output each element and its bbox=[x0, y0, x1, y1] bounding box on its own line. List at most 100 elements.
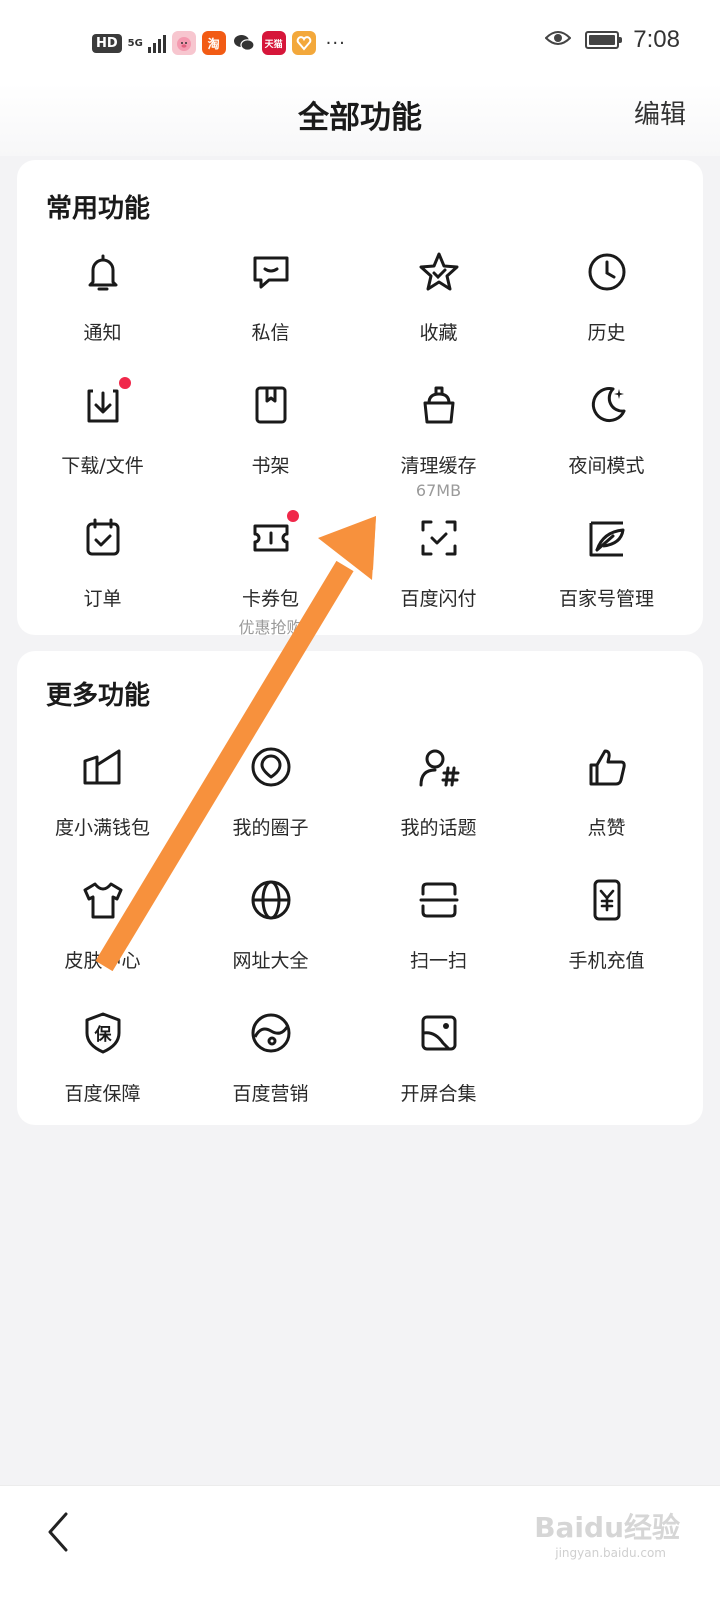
wallet-icon bbox=[79, 743, 127, 791]
more-item-2[interactable]: 我的话题 bbox=[353, 739, 524, 871]
edit-button[interactable]: 编辑 bbox=[634, 94, 686, 131]
hd-badge: HD bbox=[92, 33, 122, 53]
taobao-app-icon: 淘 bbox=[201, 31, 226, 55]
status-bar: HD 5G 淘 天猫 ··· 7:08 bbox=[0, 0, 720, 84]
common-item-label: 订单 bbox=[83, 588, 122, 610]
more-notifications: ··· bbox=[325, 32, 346, 54]
more-item-3[interactable]: 点赞 bbox=[521, 739, 692, 871]
more-item-label: 手机充值 bbox=[568, 950, 645, 972]
more-item-4[interactable]: 皮肤中心 bbox=[17, 872, 188, 1004]
common-item-6[interactable]: 清理缓存 67MB bbox=[353, 377, 524, 509]
more-item-label: 度小满钱包 bbox=[54, 817, 150, 839]
more-item-6[interactable]: 扫一扫 bbox=[353, 872, 524, 1004]
circle-icon bbox=[247, 743, 295, 791]
common-functions-title: 常用功能 bbox=[46, 194, 151, 224]
common-item-5[interactable]: 书架 bbox=[185, 377, 356, 509]
piggy-app-icon bbox=[171, 31, 196, 55]
common-item-label: 收藏 bbox=[419, 322, 458, 344]
common-item-2[interactable]: 收藏 bbox=[353, 244, 524, 376]
thumbs-up-icon bbox=[583, 743, 631, 791]
page-header: 全部功能 编辑 bbox=[0, 84, 720, 156]
tmall-app-icon: 天猫 bbox=[261, 31, 286, 55]
more-item-0[interactable]: 度小满钱包 bbox=[17, 739, 188, 871]
more-functions-title: 更多功能 bbox=[46, 681, 151, 711]
more-item-label: 扫一扫 bbox=[409, 950, 467, 972]
message-icon bbox=[247, 248, 295, 296]
clock-time: 7:08 bbox=[633, 26, 680, 53]
clock-icon bbox=[583, 248, 631, 296]
gallery-icon bbox=[415, 1009, 463, 1057]
watermark-url: jingyan.baidu.com bbox=[555, 1546, 666, 1560]
heart-app-icon bbox=[291, 31, 316, 55]
more-item-10[interactable]: 开屏合集 bbox=[353, 1005, 524, 1137]
scan-pay-icon bbox=[415, 514, 463, 562]
common-item-label: 夜间模式 bbox=[568, 455, 645, 477]
common-item-label: 书架 bbox=[251, 455, 290, 477]
ticket-icon bbox=[247, 514, 295, 562]
battery-icon bbox=[585, 31, 623, 49]
more-item-7[interactable]: 手机充值 bbox=[521, 872, 692, 1004]
common-item-label: 历史 bbox=[587, 322, 626, 344]
more-item-label: 开屏合集 bbox=[400, 1083, 477, 1105]
more-item-label: 我的话题 bbox=[400, 817, 477, 839]
shirt-icon bbox=[79, 876, 127, 924]
more-item-5[interactable]: 网址大全 bbox=[185, 872, 356, 1004]
more-item-label: 网址大全 bbox=[232, 950, 309, 972]
more-item-1[interactable]: 我的圈子 bbox=[185, 739, 356, 871]
common-item-label: 通知 bbox=[83, 322, 122, 344]
common-item-1[interactable]: 私信 bbox=[185, 244, 356, 376]
more-functions-card: 更多功能 度小满钱包 我的圈子 我的话题 点赞皮肤中心 网址大全 扫一扫 手机充值保百度保障… bbox=[17, 651, 703, 1125]
common-item-label: 私信 bbox=[251, 322, 290, 344]
more-item-label: 点赞 bbox=[587, 817, 626, 839]
bottom-nav-bar: Baidu经验 jingyan.baidu.com bbox=[0, 1485, 720, 1600]
globe-icon bbox=[247, 876, 295, 924]
common-functions-card: 常用功能 通知 私信 收藏 历史下载/文件 书架 清理缓存 67MB 夜间模式订单 卡券包优惠抢… bbox=[17, 160, 703, 637]
notification-badge bbox=[287, 510, 299, 522]
network-label: 5G bbox=[127, 37, 143, 49]
common-item-label: 卡券包 bbox=[241, 588, 299, 610]
trash-icon bbox=[415, 381, 463, 429]
common-item-4[interactable]: 下载/文件 bbox=[17, 377, 188, 509]
book-icon bbox=[247, 381, 295, 429]
common-item-3[interactable]: 历史 bbox=[521, 244, 692, 376]
common-item-label: 下载/文件 bbox=[61, 455, 144, 477]
more-item-label: 我的圈子 bbox=[232, 817, 309, 839]
eye-icon bbox=[544, 29, 572, 51]
wechat-app-icon bbox=[231, 31, 256, 55]
download-icon bbox=[79, 381, 127, 429]
common-item-label: 清理缓存 bbox=[400, 455, 477, 477]
more-item-label: 皮肤中心 bbox=[64, 950, 141, 972]
common-item-10[interactable]: 百度闪付 bbox=[353, 510, 524, 642]
watermark-logo: Baidu经验 bbox=[534, 1511, 680, 1544]
more-item-8[interactable]: 保百度保障 bbox=[17, 1005, 188, 1137]
status-right: 7:08 bbox=[544, 26, 680, 54]
common-item-label: 百家号管理 bbox=[558, 588, 654, 610]
status-left: HD 5G 淘 天猫 ··· bbox=[92, 28, 346, 58]
moon-icon bbox=[583, 381, 631, 429]
common-item-sublabel: 67MB bbox=[415, 481, 462, 500]
common-item-11[interactable]: 百家号管理 bbox=[521, 510, 692, 642]
common-item-sublabel: 优惠抢购 bbox=[238, 618, 303, 637]
marketing-icon bbox=[247, 1009, 295, 1057]
bell-icon bbox=[79, 248, 127, 296]
more-item-9[interactable]: 百度营销 bbox=[185, 1005, 356, 1137]
back-arrow-icon bbox=[48, 1512, 68, 1552]
more-item-label: 百度营销 bbox=[232, 1083, 309, 1105]
order-icon bbox=[79, 514, 127, 562]
common-item-7[interactable]: 夜间模式 bbox=[521, 377, 692, 509]
topic-icon bbox=[415, 743, 463, 791]
common-item-label: 百度闪付 bbox=[400, 588, 477, 610]
svg-text:保: 保 bbox=[94, 1024, 113, 1045]
scan-icon bbox=[415, 876, 463, 924]
signal-icon bbox=[147, 33, 166, 53]
page-title: 全部功能 bbox=[298, 100, 422, 136]
common-item-8[interactable]: 订单 bbox=[17, 510, 188, 642]
common-item-0[interactable]: 通知 bbox=[17, 244, 188, 376]
feather-icon bbox=[583, 514, 631, 562]
notification-badge bbox=[119, 377, 131, 389]
common-item-9[interactable]: 卡券包 优惠抢购 bbox=[185, 510, 356, 642]
star-icon bbox=[415, 248, 463, 296]
shield-icon: 保 bbox=[79, 1009, 127, 1057]
back-button[interactable] bbox=[40, 1508, 80, 1556]
more-item-label: 百度保障 bbox=[64, 1083, 141, 1105]
